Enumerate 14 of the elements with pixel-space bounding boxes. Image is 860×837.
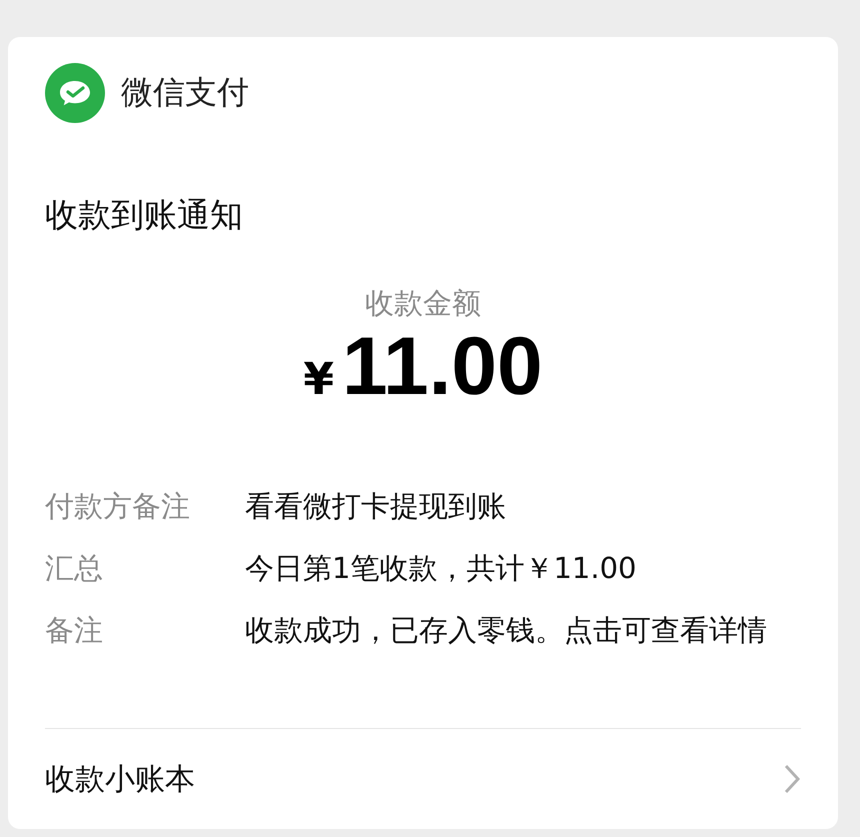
chat-check-icon bbox=[45, 63, 105, 123]
app-name: 微信支付 bbox=[121, 72, 249, 113]
detail-label: 备注 bbox=[45, 612, 104, 649]
amount-value: 11.00 bbox=[342, 326, 543, 408]
currency-sign: ¥ bbox=[303, 354, 334, 405]
amount-label: 收款金额 bbox=[365, 285, 481, 322]
detail-label: 付款方备注 bbox=[45, 488, 191, 525]
detail-label: 汇总 bbox=[45, 550, 104, 587]
detail-value: 看看微打卡提现到账 bbox=[245, 488, 506, 525]
ledger-link[interactable]: 收款小账本 bbox=[45, 729, 801, 829]
detail-value: 今日第1笔收款，共计￥11.00 bbox=[245, 550, 636, 587]
detail-value: 收款成功，已存入零钱。点击可查看详情 bbox=[245, 612, 767, 649]
chevron-right-icon bbox=[783, 763, 801, 795]
notice-title: 收款到账通知 bbox=[45, 194, 244, 236]
